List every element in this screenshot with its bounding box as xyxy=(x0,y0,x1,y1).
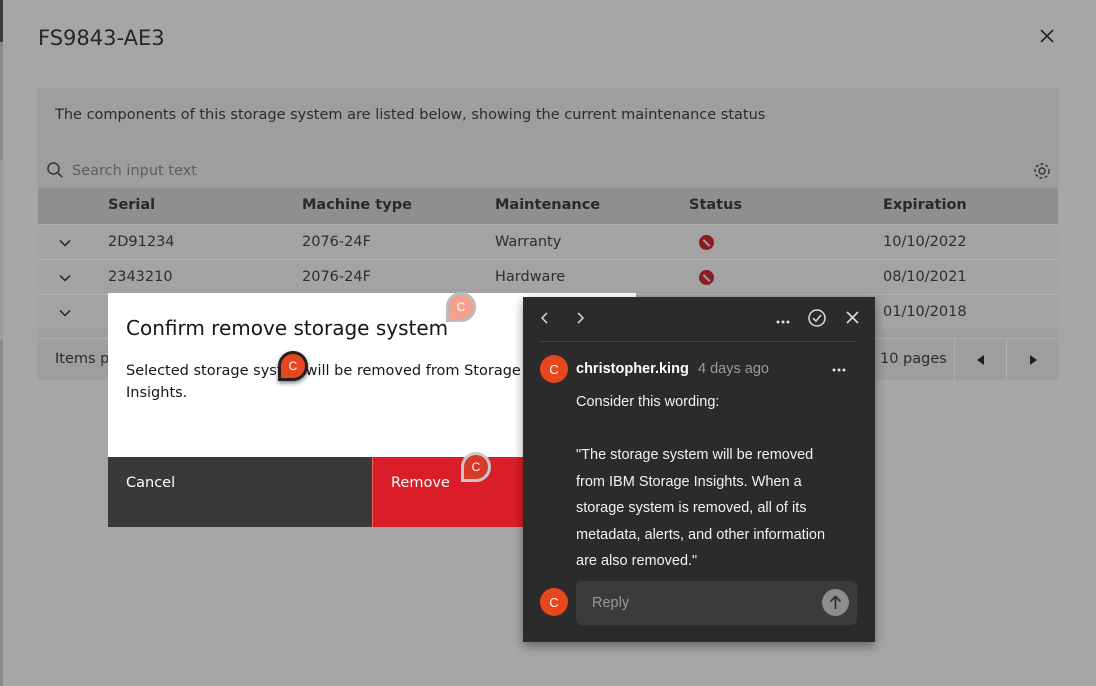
overflow-menu-icon xyxy=(832,368,846,372)
marker-initial: C xyxy=(288,359,298,373)
avatar: C xyxy=(540,355,568,383)
resolve-thread-button[interactable] xyxy=(806,309,828,331)
header-machine-type[interactable]: Machine type xyxy=(302,197,412,213)
dialog-body: Selected storage syst will be removed fr… xyxy=(126,363,521,401)
search-icon xyxy=(47,162,63,178)
close-icon[interactable] xyxy=(1036,27,1058,49)
comment-timestamp: 4 days ago xyxy=(698,361,769,377)
search-bar xyxy=(38,154,1058,188)
search-input[interactable] xyxy=(72,158,672,184)
send-icon xyxy=(829,595,842,609)
checkmark-circle-icon xyxy=(808,309,826,327)
close-thread-button[interactable] xyxy=(841,309,863,331)
chevron-left-icon xyxy=(540,312,548,324)
cell-serial: 2343210 xyxy=(108,269,173,285)
chevron-right-icon xyxy=(577,312,585,324)
table-row[interactable]: 2343210 2076-24F Hardware 08/10/2021 xyxy=(38,259,1058,294)
reply-input[interactable] xyxy=(592,593,812,613)
modal-title: FS9843-AE3 xyxy=(38,26,165,50)
send-button[interactable] xyxy=(822,589,849,616)
comment-marker-active[interactable]: C xyxy=(278,351,308,381)
chevron-down-icon[interactable] xyxy=(57,305,73,321)
page-count-label: 10 pages xyxy=(880,351,947,367)
comment-thread-panel: C christopher.king 4 days ago Consider t… xyxy=(523,297,875,642)
comment-text: Consider this wording: "The storage syst… xyxy=(576,394,826,569)
comment-marker[interactable]: C xyxy=(446,292,476,322)
settings-icon[interactable] xyxy=(1032,161,1052,181)
header-maintenance[interactable]: Maintenance xyxy=(495,197,600,213)
thread-options-button[interactable] xyxy=(772,309,794,331)
cell-expiration: 08/10/2021 xyxy=(883,269,967,285)
divider xyxy=(539,341,857,342)
table-row[interactable]: 2D91234 2076-24F Warranty 10/10/2022 xyxy=(38,224,1058,259)
header-status[interactable]: Status xyxy=(689,197,742,213)
avatar: C xyxy=(540,588,568,616)
marker-initial: C xyxy=(456,300,466,314)
cell-machine-type: 2076-24F xyxy=(302,269,371,285)
cell-maintenance: Warranty xyxy=(495,234,562,250)
previous-page-button[interactable] xyxy=(954,339,1006,381)
cell-maintenance: Hardware xyxy=(495,269,566,285)
close-icon xyxy=(845,311,859,324)
caret-right-icon xyxy=(1029,355,1037,365)
next-page-button[interactable] xyxy=(1006,339,1058,381)
items-per-page-label: Items p xyxy=(55,351,110,367)
table-header: Serial Machine type Maintenance Status E… xyxy=(38,188,1058,224)
dialog-title: Confirm remove storage system xyxy=(126,316,449,340)
comment-options-button[interactable] xyxy=(828,359,850,379)
comment-author: christopher.king xyxy=(576,361,689,377)
status-error-icon xyxy=(699,270,714,285)
cell-expiration: 10/10/2022 xyxy=(883,234,967,250)
caret-left-icon xyxy=(976,355,984,365)
panel-description: The components of this storage system ar… xyxy=(55,107,766,123)
cell-serial: 2D91234 xyxy=(108,234,175,250)
previous-comment-button[interactable] xyxy=(534,309,556,331)
header-expiration[interactable]: Expiration xyxy=(883,197,967,213)
cancel-button[interactable]: Cancel xyxy=(108,457,372,527)
marker-initial: C xyxy=(471,460,481,474)
next-comment-button[interactable] xyxy=(569,309,591,331)
chevron-down-icon[interactable] xyxy=(57,235,73,251)
cell-expiration: 01/10/2018 xyxy=(883,304,967,320)
cell-machine-type: 2076-24F xyxy=(302,234,371,250)
comment-marker[interactable]: C xyxy=(461,452,491,482)
header-serial[interactable]: Serial xyxy=(108,197,155,213)
status-error-icon xyxy=(699,235,714,250)
reply-box xyxy=(576,581,857,625)
chevron-down-icon[interactable] xyxy=(57,270,73,286)
overflow-menu-icon xyxy=(776,320,790,324)
